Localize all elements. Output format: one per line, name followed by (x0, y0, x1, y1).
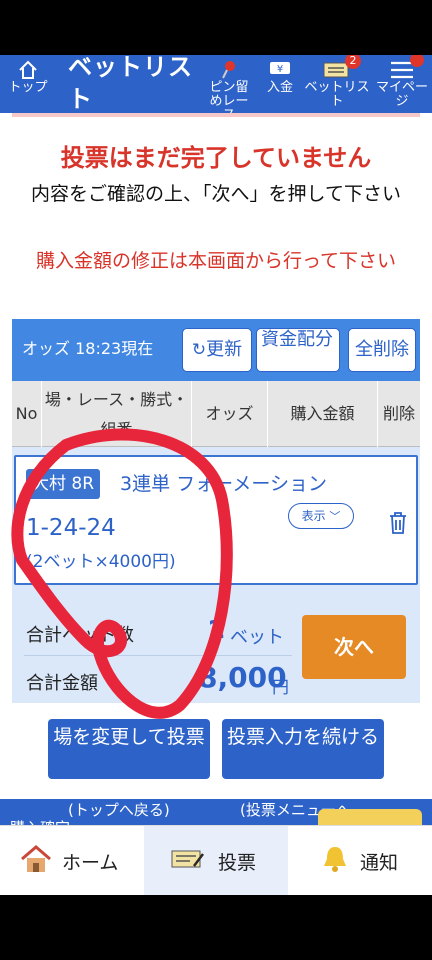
top-divider (12, 113, 420, 117)
display-toggle-label: 表示 (301, 509, 326, 523)
status-bar (0, 0, 432, 55)
floating-tab-button[interactable] (318, 809, 422, 825)
nav-mypage-label: マイページ (375, 80, 428, 109)
tab-notify[interactable]: 通知 (288, 826, 432, 896)
nav-deposit-button[interactable]: ¥ 入金 (260, 55, 300, 113)
bet-list-panel: オッズ 18:23現在 ↻更新 資金配分 全削除 No 場・レース・勝式・組番 … (12, 319, 420, 703)
app-header: トップ ベットリスト ピン留めレース ¥ 入金 ベットリスト 2 マイペー (0, 55, 432, 113)
total-count-label: 合計ベット数 (26, 625, 134, 646)
bet-table-header: No 場・レース・勝式・組番 オッズ 購入金額 削除 (12, 381, 420, 447)
tab-vote-label: 投票 (218, 852, 257, 874)
system-nav-bar (0, 895, 432, 960)
bet-detail: (2ベット×4000円) (26, 552, 176, 572)
next-button[interactable]: 次へ (302, 615, 406, 679)
deposit-yen-icon: ¥ (260, 59, 300, 81)
continue-voting-button[interactable]: 投票入力を続ける (222, 719, 384, 779)
tab-home-label: ホーム (62, 852, 119, 874)
purchase-confirm-label: 購入確定 (10, 817, 70, 825)
total-count-value: 2 (208, 615, 226, 644)
tab-notify-label: 通知 (360, 852, 399, 874)
delete-all-button[interactable]: 全削除 (348, 328, 416, 372)
trash-icon[interactable] (388, 511, 408, 539)
col-amount: 購入金額 (268, 381, 378, 447)
nav-pinned-races-button[interactable]: ピン留めレース (204, 55, 254, 113)
bet-type: 3連単 フォーメーション (120, 473, 327, 495)
modify-amount-note: 購入金額の修正は本画面から行って下さい (35, 250, 397, 272)
change-venue-button[interactable]: 場を変更して投票 (48, 719, 210, 779)
bell-icon (320, 844, 350, 879)
not-complete-message: 投票はまだ完了していません (60, 144, 372, 172)
odds-toolbar: オッズ 18:23現在 ↻更新 資金配分 全削除 (12, 319, 420, 381)
display-toggle-button[interactable]: 表示 ﹀ (288, 503, 354, 529)
col-delete: 削除 (382, 404, 415, 423)
total-count-unit: ベット (230, 627, 284, 648)
col-no: No (12, 381, 42, 447)
bet-row: 大村 8R 3連単 フォーメーション 1-24-24 表示 ﹀ (2ベット×40… (14, 455, 418, 585)
nav-mypage-button[interactable]: マイページ (372, 55, 432, 113)
chevron-down-icon: ﹀ (329, 510, 341, 523)
bet-combination: 1-24-24 (26, 515, 116, 541)
tab-home[interactable]: ホーム (0, 826, 144, 896)
back-to-top-link[interactable]: (トップへ戻る) (68, 799, 170, 821)
nav-deposit-label: 入金 (266, 80, 293, 95)
main-content: 投票はまだ完了していません 内容をご確認の上、「次へ」を押して下さい 購入金額の… (0, 113, 432, 825)
odds-timestamp: オッズ 18:23現在 (22, 339, 154, 358)
col-race-info: 場・レース・勝式・組番 (42, 381, 192, 447)
nav-top-label: トップ (8, 80, 48, 95)
nav-betlist-label: ベットリスト (304, 80, 370, 109)
summary-divider (24, 655, 292, 656)
pin-icon (204, 59, 254, 81)
summary-area: 合計ベット数 2 ベット 合計金額 8,000 円 次へ (12, 595, 420, 703)
fund-allocation-button[interactable]: 資金配分 (256, 328, 340, 372)
venue-race-chip: 大村 8R (26, 469, 101, 499)
refresh-button[interactable]: ↻更新 (182, 328, 252, 372)
total-amount-label: 合計金額 (26, 673, 98, 694)
tab-vote[interactable]: 投票 (144, 826, 288, 896)
home-outline-icon (6, 59, 50, 81)
nav-top-button[interactable]: トップ (6, 55, 50, 113)
bottom-tab-bar: ホーム 投票 通知 (0, 825, 432, 896)
nav-pin-label: ピン留めレース (209, 80, 249, 114)
confirm-instruction: 内容をご確認の上、「次へ」を押して下さい (31, 183, 401, 205)
col-odds: オッズ (192, 381, 268, 447)
page-title: ベットリスト (68, 55, 193, 113)
screen: トップ ベットリスト ピン留めレース ¥ 入金 ベットリスト 2 マイペー (0, 0, 432, 960)
house-icon (20, 844, 52, 879)
ballot-ticket-icon (170, 844, 206, 879)
refresh-label: 更新 (206, 339, 243, 360)
refresh-icon: ↻ (191, 340, 207, 360)
total-amount-unit: 円 (272, 678, 289, 698)
svg-text:¥: ¥ (277, 64, 283, 75)
